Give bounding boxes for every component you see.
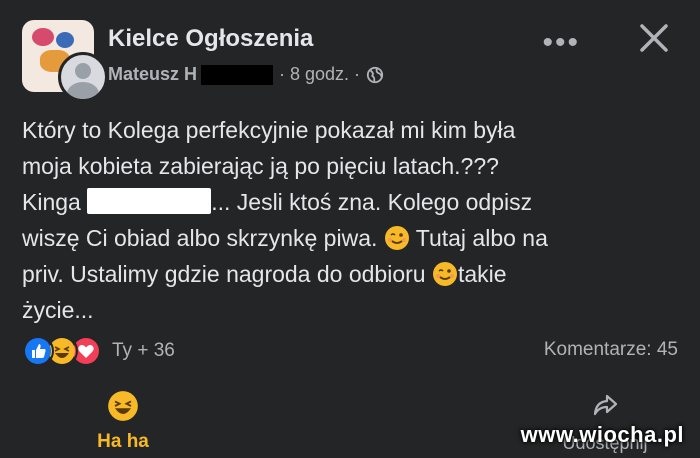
post-meta: Mateusz H · 8 godz. · [108, 64, 384, 85]
post-line: Który to Kolega perfekcyjnie pokazał mi … [22, 117, 516, 143]
watermark: www.wiocha.pl [520, 422, 684, 447]
post-line: ... Jesli ktoś zna. Kolego odpisz [211, 189, 533, 215]
like-icon [22, 335, 54, 367]
globe-icon [366, 66, 384, 83]
post-line: priv. Ustalimy gdzie nagroda do odbioru [22, 261, 432, 287]
haha-label: Ha ha [97, 431, 149, 452]
post-line: takie [457, 261, 507, 287]
share-icon [593, 394, 618, 416]
post-line: wiszę Ci obiad albo skrzynkę piwa. [22, 225, 384, 251]
comments-count[interactable]: Komentarze: 45 [544, 339, 678, 361]
wink-emoji-icon [384, 226, 409, 250]
group-name[interactable]: Kielce Ogłoszenia [108, 25, 313, 53]
haha-reaction-button[interactable]: Ha ha [88, 390, 158, 453]
post-line: Tutaj albo na [409, 225, 548, 251]
reactions-summary[interactable]: Ty + 36 [22, 335, 175, 367]
post-header: Kielce Ogłoszenia Mateusz H · 8 godz. · … [20, 18, 680, 102]
post-text: Który to Kolega perfekcyjnie pokazał mi … [22, 112, 682, 328]
post-time[interactable]: · 8 godz. · [279, 64, 360, 85]
post-line: życie... [22, 297, 94, 323]
close-icon[interactable] [636, 20, 672, 56]
haha-icon [108, 391, 138, 421]
more-options-icon[interactable]: ••• [542, 26, 580, 60]
user-avatar[interactable] [58, 52, 108, 102]
reaction-count[interactable]: Ty + 36 [112, 340, 175, 362]
redacted-surname [201, 64, 274, 85]
redacted-name [87, 188, 212, 214]
wink-emoji-icon [432, 262, 457, 286]
post-line: Kinga [22, 189, 88, 215]
post-line: moja kobieta zabierając ją po pięciu lat… [22, 153, 499, 179]
author-name[interactable]: Mateusz H [108, 64, 197, 85]
